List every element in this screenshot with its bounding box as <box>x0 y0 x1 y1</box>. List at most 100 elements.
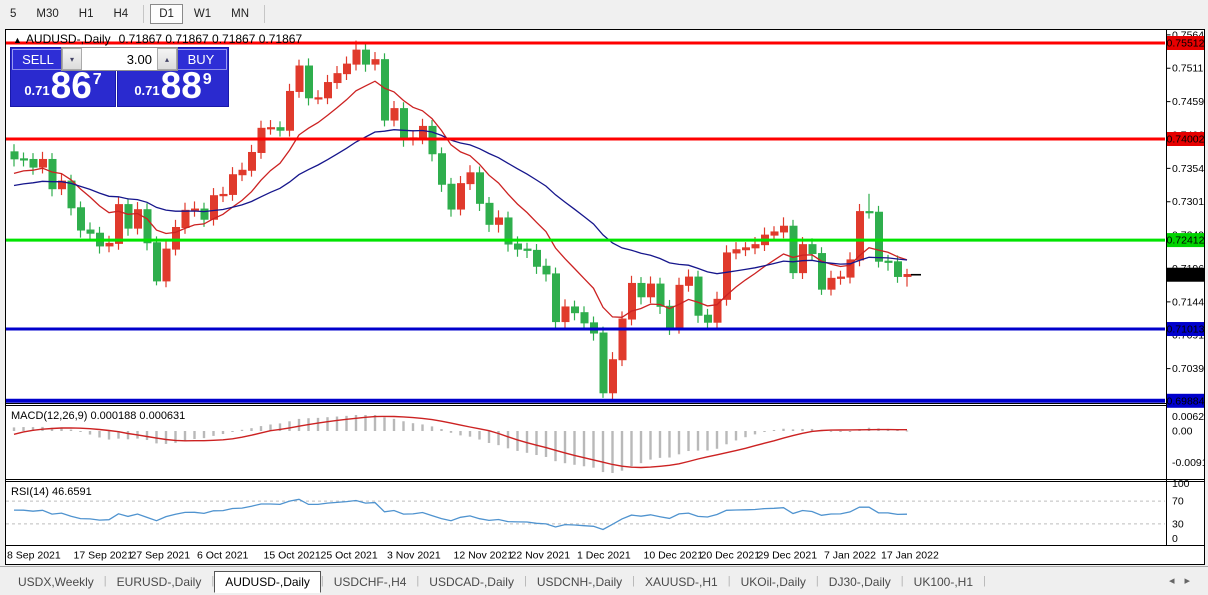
toolbar-separator <box>264 5 265 23</box>
candle-body <box>553 274 560 322</box>
date-tick-label: 1 Dec 2021 <box>577 550 631 562</box>
candle-body <box>781 226 788 232</box>
candle-body <box>800 245 807 273</box>
macd-histogram-bar <box>250 428 252 431</box>
date-tick-label: 15 Oct 2021 <box>264 550 321 562</box>
candle-body <box>230 175 237 195</box>
candle-body <box>201 209 208 219</box>
macd-histogram-bar <box>184 431 186 441</box>
chart-tab-usdx-weekly[interactable]: USDX,Weekly <box>8 572 104 592</box>
macd-axis-label: 0.006201 <box>1172 411 1205 423</box>
candle-body <box>581 313 588 323</box>
candle-body <box>838 277 845 278</box>
candle-body <box>78 208 85 230</box>
price-level-badge: 0.69884 <box>1167 394 1205 408</box>
macd-histogram-bar <box>13 427 15 431</box>
chart-ohlc-quotes: 0.71867 0.71867 0.71867 0.71867 <box>119 32 303 46</box>
price-chart-canvas[interactable]: 0.756400.751150.745900.740650.735400.730… <box>5 29 1205 565</box>
badge-text: 0.74002 <box>1167 133 1205 145</box>
macd-histogram-bar <box>374 415 376 431</box>
chart-tab-xauusd-h1[interactable]: XAUUSD-,H1 <box>635 572 728 592</box>
macd-histogram-bar <box>716 431 718 449</box>
badge-text: 0.71013 <box>1167 324 1205 336</box>
macd-histogram-bar <box>592 431 594 468</box>
macd-histogram-bar <box>535 431 537 455</box>
macd-histogram-bar <box>678 431 680 454</box>
candle-body <box>163 249 170 281</box>
macd-histogram-bar <box>640 431 642 463</box>
chart-tab-usdchf-h4[interactable]: USDCHF-,H4 <box>324 572 417 592</box>
timeframe-button-m30[interactable]: M30 <box>27 4 67 24</box>
candle-body <box>610 360 617 393</box>
macd-histogram-bar <box>602 431 604 472</box>
chart-tab-audusd-daily[interactable]: AUDUSD-,Daily <box>214 571 321 593</box>
candle-body <box>325 83 332 98</box>
chart-tab-eurusd-daily[interactable]: EURUSD-,Daily <box>107 572 212 592</box>
volume-increase-icon[interactable]: ▴ <box>157 48 177 70</box>
tab-separator: | <box>983 575 986 587</box>
macd-histogram-bar <box>260 426 262 431</box>
timeframe-button-d1[interactable]: D1 <box>150 4 183 24</box>
price-level-badge: 0.72412 <box>1167 233 1205 247</box>
buy-price-big: 88 <box>161 69 202 103</box>
timeframe-button-h1[interactable]: H1 <box>70 4 103 24</box>
macd-histogram-bar <box>659 431 661 458</box>
timeframe-button-mn[interactable]: MN <box>222 4 258 24</box>
volume-decrease-icon[interactable]: ▾ <box>62 48 82 70</box>
chart-tab-ukoil-daily[interactable]: UKOil-,Daily <box>731 572 816 592</box>
volume-input[interactable] <box>82 48 157 70</box>
candle-body <box>876 212 883 261</box>
chart-tab-uk100-h1[interactable]: UK100-,H1 <box>904 572 983 592</box>
timeframe-button-5[interactable]: 5 <box>1 4 25 24</box>
macd-histogram-bar <box>564 431 566 463</box>
date-tick-label: 6 Oct 2021 <box>197 550 249 562</box>
candle-body <box>790 226 797 272</box>
chart-title: ▲ AUDUSD-,Daily 0.71867 0.71867 0.71867 0.… <box>13 32 302 46</box>
candle-body <box>809 245 816 254</box>
macd-histogram-bar <box>611 431 613 473</box>
macd-histogram-bar <box>839 431 841 432</box>
timeframe-button-h4[interactable]: H4 <box>104 4 137 24</box>
macd-histogram-bar <box>231 431 233 432</box>
macd-histogram-bar <box>792 429 794 431</box>
macd-histogram-bar <box>288 421 290 431</box>
macd-histogram-bar <box>402 421 404 431</box>
chart-window: 0.756400.751150.745900.740650.735400.730… <box>5 29 1205 565</box>
macd-histogram-bar <box>801 429 803 431</box>
price-tick-label: 0.75115 <box>1172 63 1205 75</box>
macd-histogram-bar <box>393 419 395 431</box>
sell-price-sup: 7 <box>93 71 102 89</box>
macd-histogram-bar <box>440 429 442 431</box>
chart-symbol-label: AUDUSD-,Daily <box>26 32 111 46</box>
macd-histogram-bar <box>355 415 357 431</box>
macd-histogram-bar <box>336 417 338 431</box>
timeframe-button-w1[interactable]: W1 <box>185 4 220 24</box>
candle-body <box>562 307 569 322</box>
macd-histogram-bar <box>193 431 195 439</box>
candle-body <box>182 210 189 227</box>
macd-histogram-bar <box>507 431 509 448</box>
candle-body <box>87 230 94 233</box>
tab-scroll-arrows[interactable]: ◂▸ <box>1169 574 1200 587</box>
chart-tab-usdcnh-daily[interactable]: USDCNH-,Daily <box>527 572 632 592</box>
chart-tab-dj30-daily[interactable]: DJ30-,Daily <box>819 572 901 592</box>
candle-body <box>344 64 351 74</box>
macd-histogram-bar <box>773 430 775 431</box>
collapse-arrow-icon[interactable]: ▲ <box>13 35 22 45</box>
candle-body <box>448 184 455 209</box>
macd-histogram-bar <box>573 431 575 465</box>
chart-tab-usdcad-daily[interactable]: USDCAD-,Daily <box>419 572 524 592</box>
candle-body <box>496 218 503 224</box>
candle-body <box>467 173 474 184</box>
macd-histogram-bar <box>345 416 347 431</box>
macd-histogram-bar <box>326 417 328 431</box>
sell-price: 0.71 86 7 <box>11 70 115 106</box>
candle-body <box>828 278 835 289</box>
macd-histogram-bar <box>317 418 319 431</box>
macd-histogram-bar <box>545 431 547 457</box>
date-tick-label: 17 Sep 2021 <box>74 550 134 562</box>
candle-body <box>543 266 550 274</box>
candle-body <box>68 181 75 208</box>
candle-body <box>220 194 227 195</box>
rsi-label: RSI(14) 46.6591 <box>11 486 92 498</box>
